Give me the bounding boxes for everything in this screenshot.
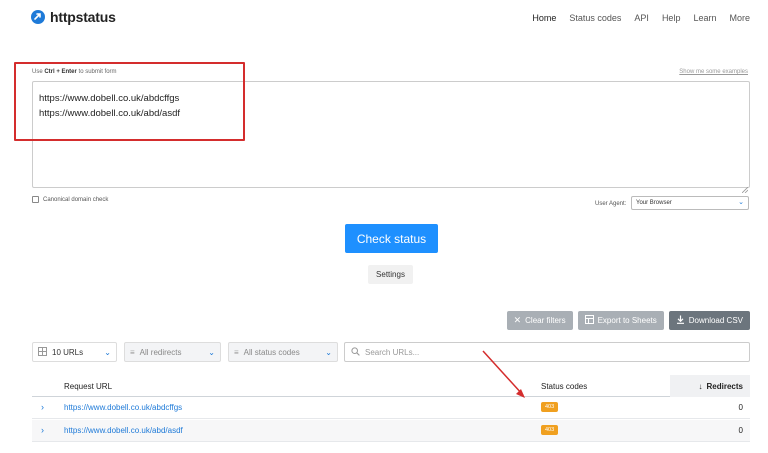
check-status-button[interactable]: Check status: [345, 224, 438, 253]
status-codes-filter-value: All status codes: [243, 347, 300, 357]
main-nav: Home Status codes API Help Learn More: [532, 13, 750, 23]
hint-prefix: Use: [32, 69, 45, 75]
search-placeholder: Search URLs...: [365, 347, 420, 357]
urls-per-page-select[interactable]: 10 URLs ⌄: [32, 342, 117, 362]
clear-filters-label: Clear filters: [525, 316, 566, 325]
chevron-down-icon: ⌄: [208, 347, 215, 357]
user-agent-label: User Agent:: [595, 201, 627, 207]
column-header-status[interactable]: Status codes: [541, 382, 587, 391]
hint-keys: Ctrl + Enter: [44, 69, 77, 75]
clear-filters-button[interactable]: ✕ Clear filters: [506, 311, 573, 330]
filter-icon: ≡: [234, 347, 239, 357]
canonical-check[interactable]: Canonical domain check: [32, 196, 108, 203]
nav-status-codes[interactable]: Status codes: [569, 13, 621, 23]
user-agent-select[interactable]: Your Browser ⌄: [631, 196, 749, 210]
settings-button[interactable]: Settings: [368, 265, 413, 284]
close-icon: ✕: [513, 315, 522, 325]
nav-home[interactable]: Home: [532, 13, 556, 23]
download-csv-button[interactable]: Download CSV: [668, 311, 750, 330]
logo-text: httpstatus: [50, 9, 116, 25]
status-badge: 403: [541, 402, 559, 412]
nav-help[interactable]: Help: [662, 13, 681, 23]
export-sheets-button[interactable]: Export to Sheets: [577, 311, 664, 330]
column-header-redirects[interactable]: ↓ Redirects: [699, 382, 743, 391]
logo-icon: [31, 10, 45, 24]
redirects-filter-value: All redirects: [139, 347, 182, 357]
results-actions: ✕ Clear filters Export to Sheets Downloa…: [506, 311, 750, 330]
sheets-icon: [584, 315, 594, 326]
redirects-filter[interactable]: ≡ All redirects ⌄: [124, 342, 221, 362]
row-redirects: 0: [738, 426, 743, 435]
sort-arrow-icon: ↓: [698, 382, 703, 391]
download-icon: [676, 315, 685, 326]
row-url-link[interactable]: https://www.dobell.co.uk/abdcffgs: [64, 403, 182, 412]
chevron-down-icon: ⌄: [104, 347, 111, 357]
canonical-label: Canonical domain check: [43, 196, 109, 203]
logo[interactable]: httpstatus: [31, 9, 116, 25]
canonical-checkbox[interactable]: [32, 196, 39, 203]
nav-more[interactable]: More: [729, 13, 750, 23]
row-redirects: 0: [738, 403, 743, 412]
submit-hint: Use Ctrl + Enter to submit form: [32, 69, 117, 75]
urls-textarea[interactable]: https://www.dobell.co.uk/abdcffgs https:…: [32, 81, 750, 188]
nav-learn[interactable]: Learn: [693, 13, 716, 23]
table-row: › https://www.dobell.co.uk/abd/asdf 403 …: [32, 420, 750, 442]
expand-chevron-icon[interactable]: ›: [41, 402, 44, 412]
top-navbar: httpstatus Home Status codes API Help Le…: [0, 0, 768, 38]
nav-api[interactable]: API: [634, 13, 649, 23]
search-icon: [351, 346, 360, 358]
status-badge: 403: [541, 425, 559, 435]
table-row: › https://www.dobell.co.uk/abdcffgs 403 …: [32, 397, 750, 419]
urls-per-page-value: 10 URLs: [52, 347, 84, 357]
user-agent-value: Your Browser: [636, 200, 672, 206]
export-sheets-label: Export to Sheets: [597, 316, 657, 325]
chevron-down-icon: ⌄: [325, 347, 332, 357]
results-table-header: Request URL Status codes ↓ Redirects: [32, 375, 750, 397]
annotation-arrow-icon: [482, 350, 525, 398]
row-url-link[interactable]: https://www.dobell.co.uk/abd/asdf: [64, 426, 183, 435]
redirects-header-label: Redirects: [706, 382, 743, 391]
grid-icon: [38, 346, 47, 358]
expand-chevron-icon[interactable]: ›: [41, 425, 44, 435]
column-header-url[interactable]: Request URL: [64, 382, 112, 391]
hint-suffix: to submit form: [76, 69, 117, 75]
status-codes-filter[interactable]: ≡ All status codes ⌄: [228, 342, 338, 362]
download-csv-label: Download CSV: [688, 316, 743, 325]
search-urls-input[interactable]: Search URLs...: [344, 342, 750, 362]
chevron-down-icon: ⌄: [738, 199, 744, 206]
examples-link[interactable]: Show me some examples: [679, 69, 748, 75]
filter-icon: ≡: [130, 347, 135, 357]
